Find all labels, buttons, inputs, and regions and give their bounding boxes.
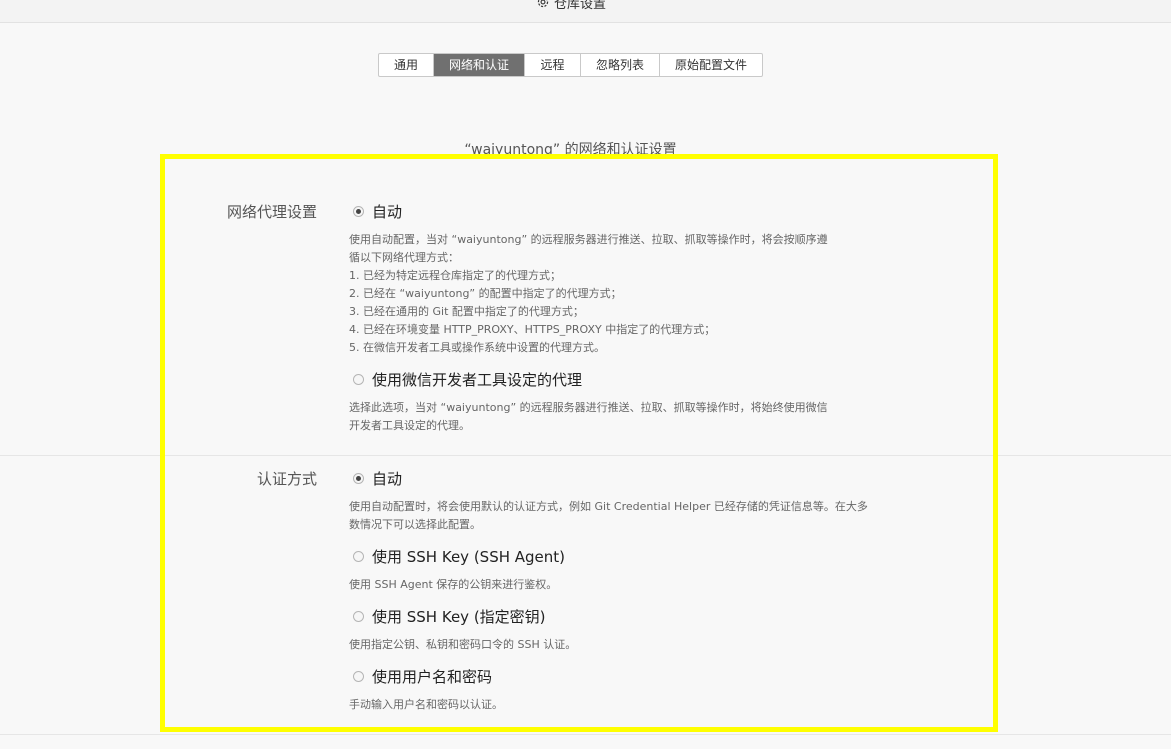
tab-remote[interactable]: 远程 [525,54,581,76]
window-title-text: 仓库设置 [554,0,607,12]
window-title: 仓库设置 [536,0,606,12]
window-titlebar: 仓库设置 [0,0,1171,23]
tab-raw-config[interactable]: 原始配置文件 [660,54,762,76]
tab-network-auth[interactable]: 网络和认证 [434,54,525,76]
settings-tabs: 通用 网络和认证 远程 忽略列表 原始配置文件 [378,53,763,77]
gear-icon [537,0,549,8]
section-divider [0,734,1171,735]
highlight-box [160,154,998,732]
tab-ignore-list[interactable]: 忽略列表 [581,54,660,76]
tab-general[interactable]: 通用 [379,54,434,76]
